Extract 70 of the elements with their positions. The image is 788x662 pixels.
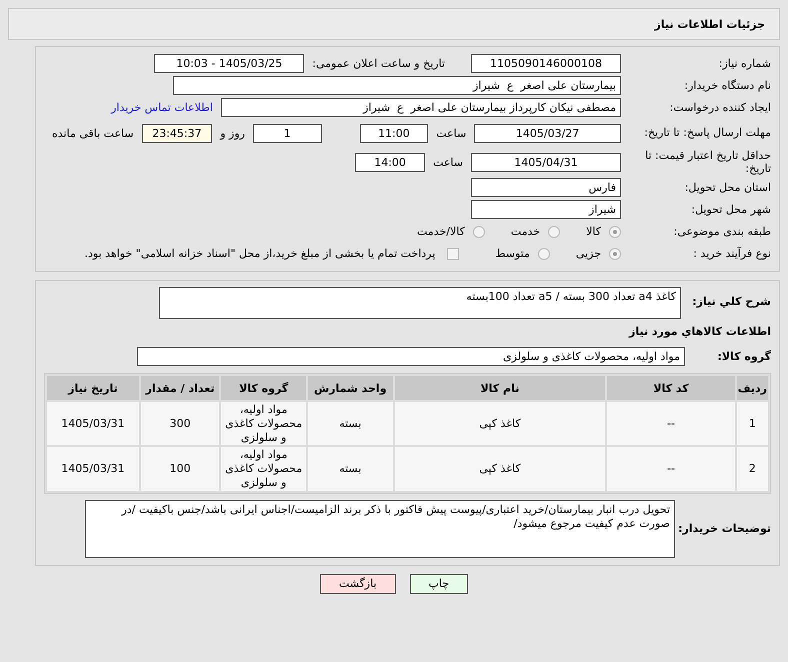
column-header: تاریخ نیاز bbox=[47, 376, 139, 400]
table-cell: بسته bbox=[308, 402, 393, 446]
radio-button[interactable] bbox=[609, 248, 621, 260]
time-label: ساعت bbox=[433, 156, 463, 168]
field-label: مهلت ارسال پاسخ: تا تاریخ: bbox=[643, 126, 771, 140]
radio-button[interactable] bbox=[548, 226, 560, 238]
column-header: گروه کالا bbox=[221, 376, 306, 400]
table-cell: 1405/03/31 bbox=[47, 402, 139, 446]
city-field[interactable]: شیراز bbox=[471, 200, 621, 219]
section-heading: اطلاعات کالاهاي مورد نياز bbox=[628, 325, 771, 338]
field-label: شرح کلي نياز: bbox=[691, 294, 771, 308]
table-cell: -- bbox=[607, 402, 735, 446]
table-cell: 100 bbox=[140, 447, 220, 490]
time-label: ساعت bbox=[436, 126, 466, 140]
days-label: روز و bbox=[220, 126, 245, 140]
print-button[interactable]: چاپ bbox=[410, 574, 468, 594]
radio-button[interactable] bbox=[609, 226, 621, 238]
table-cell: 1 bbox=[736, 402, 768, 446]
field-label: طبقه بندی موضوعی: bbox=[672, 224, 771, 238]
field-label: ایجاد کننده درخواست: bbox=[668, 100, 771, 114]
days-field[interactable]: 1 bbox=[252, 124, 322, 142]
province-field[interactable]: فارس bbox=[471, 178, 621, 197]
column-header: کد کالا bbox=[607, 376, 735, 400]
radio-button[interactable] bbox=[538, 248, 550, 260]
field-label: حداقل تاریخ اعتبار قیمت: تا تاریخ: bbox=[644, 148, 771, 176]
page-title: جزئیات اطلاعات نیاز bbox=[654, 18, 765, 30]
table-cell: کاغذ کپی bbox=[394, 447, 606, 490]
validity-time-field[interactable]: 14:00 bbox=[355, 152, 426, 172]
announce-date-field[interactable]: 1405/03/25 - 10:03 bbox=[154, 54, 304, 73]
need-number-field[interactable]: 1105090146000108 bbox=[471, 54, 621, 73]
table-cell: 1405/03/31 bbox=[47, 447, 139, 490]
field-label: توضیحات خریدار: bbox=[677, 522, 771, 535]
radio-label: کالا bbox=[586, 225, 601, 238]
remaining-time-field: 23:45:37 bbox=[142, 124, 212, 142]
radio-label: متوسط bbox=[495, 247, 530, 260]
table-cell: -- bbox=[607, 447, 735, 490]
deadline-date-field[interactable]: 1405/03/27 bbox=[474, 124, 621, 142]
remaining-label: ساعت باقی مانده bbox=[52, 126, 134, 140]
field-label: شماره نیاز: bbox=[718, 56, 771, 70]
buyer-notes-field[interactable]: تحویل درب انبار بیمارستان/خرید اعتباری/پیوست پیش فاکتور با ذکر برند الزامیست/اجناس ایرانی باشد/جنس باکیفیت /در صورت عدم کیفیت مرجوع میشود/ bbox=[85, 500, 675, 558]
field-label: شهر محل تحویل: bbox=[690, 202, 771, 216]
radio-label: کالا/خدمت bbox=[417, 225, 465, 238]
radio-button[interactable] bbox=[472, 226, 485, 238]
checkbox[interactable] bbox=[447, 248, 460, 260]
column-header: نام کالا bbox=[394, 376, 606, 400]
column-header: ردیف bbox=[736, 376, 768, 400]
field-label: نام دستگاه خریدار: bbox=[683, 78, 771, 92]
table-cell: مواد اولیه، محصولات کاغذی و سلولزی bbox=[221, 402, 306, 446]
column-header: واحد شمارش bbox=[308, 376, 393, 400]
field-label: استان محل تحویل: bbox=[684, 180, 771, 194]
buyer-field[interactable]: بیمارستان علی اصغر ع شیراز bbox=[173, 76, 621, 95]
table-cell: کاغذ کپی bbox=[394, 402, 606, 446]
table-cell: 300 bbox=[140, 402, 220, 446]
deadline-time-field[interactable]: 11:00 bbox=[360, 124, 428, 142]
field-label: تاریخ و ساعت اعلان عمومی: bbox=[312, 57, 445, 70]
validity-date-field[interactable]: 1405/04/31 bbox=[471, 152, 621, 172]
requester-field[interactable]: مصطفی نیکان کارپرداز بیمارستان علی اصغر ع شیراز bbox=[221, 98, 621, 117]
table-cell: 2 bbox=[736, 447, 768, 490]
field-label: نوع فرآیند خرید : bbox=[692, 246, 771, 260]
field-label: گروه کالا: bbox=[716, 350, 771, 363]
column-header: تعداد / مقدار bbox=[140, 376, 220, 400]
radio-label: خدمت bbox=[510, 225, 540, 238]
description-field[interactable]: کاغذ a4 تعداد 300 بسته / a5 تعداد 100بسته bbox=[159, 287, 681, 319]
table-cell: مواد اولیه، محصولات کاغذی و سلولزی bbox=[221, 447, 306, 490]
checkbox-label: پرداخت تمام یا بخشی از مبلغ خرید،از محل "اسناد خزانه اسلامی" خواهد بود. bbox=[84, 247, 436, 260]
buyer-contact-link[interactable]: اطلاعات تماس خریدار bbox=[111, 101, 213, 114]
goods-group-field[interactable]: مواد اولیه، محصولات کاغذی و سلولزی bbox=[137, 347, 685, 366]
radio-label: جزیی bbox=[576, 247, 601, 260]
back-button[interactable]: بازگشت bbox=[320, 574, 396, 594]
table-cell: بسته bbox=[308, 447, 393, 490]
